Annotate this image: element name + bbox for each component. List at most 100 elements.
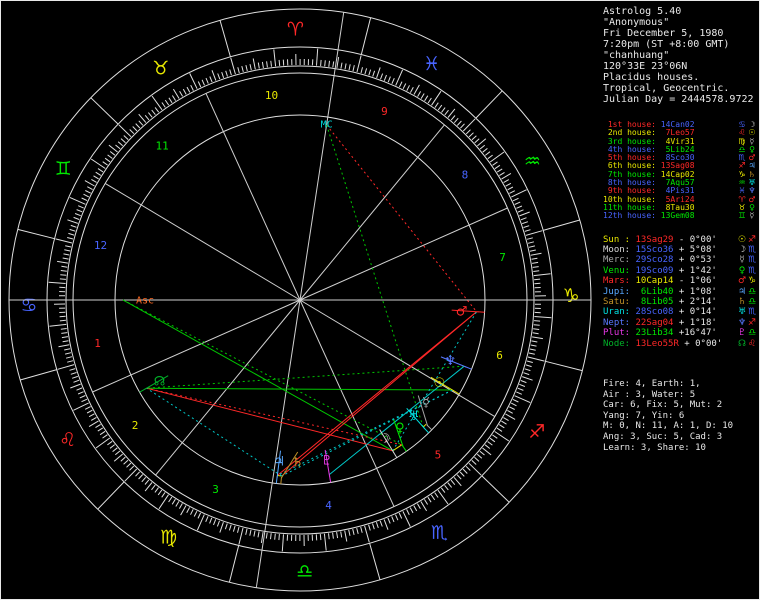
sign-ruler-icon: ☿ [749, 211, 755, 221]
planet-sign-icon: ♎ [747, 328, 757, 339]
planet-sign-icon: ♐ [747, 234, 757, 245]
planet-row: Mars: 10Cap14 - 1°06' ♂ ♑ [603, 276, 757, 286]
svg-text:♂: ♂ [456, 304, 468, 319]
svg-text:2: 2 [132, 419, 139, 432]
svg-text:☿: ☿ [422, 395, 430, 410]
chart-time: 7:20pm (ST +8:00 GMT) [603, 39, 730, 50]
house-cusp-value: 13Gem08 [660, 211, 695, 221]
planet-row: Moon: 15Sco36 + 5°08' ☽ ♏ [603, 245, 757, 255]
planet-icon: ♂ [737, 276, 747, 287]
planet-latitude: + 0°53' [673, 255, 717, 266]
planet-icon: ♃ [737, 286, 747, 297]
chart-coordinates: 120°33E 23°06N [603, 61, 688, 72]
svg-text:♓: ♓ [423, 53, 440, 75]
planet-sign-icon: ♌ [747, 338, 757, 349]
planet-row: Venu: 19Sco09 + 1°42' ♀ ♏ [603, 266, 757, 276]
planet-sign-icon: ♏ [747, 265, 757, 276]
house-cusp-lines [9, 12, 591, 588]
planet-latitude: + 1°42' [673, 265, 717, 276]
svg-text:♑: ♑ [562, 285, 579, 307]
planet-label: Nept: [603, 317, 636, 328]
svg-text:♎: ♎ [296, 561, 313, 583]
hemisphere-counts: M: 0, N: 11, A: 1, D: 10 [603, 421, 734, 432]
svg-text:8: 8 [462, 169, 469, 182]
zodiac-system: Tropical, Geocentric. [603, 83, 730, 94]
planet-position: 22Sag04 [635, 317, 674, 328]
planet-row: Satu: 8Lib05 + 2°14' ♄ ♎ [603, 297, 757, 307]
planet-label: Merc: [603, 255, 636, 266]
svg-text:MC: MC [321, 120, 333, 131]
planet-sign-icon: ♎ [747, 297, 757, 307]
planet-icon: ♇ [737, 328, 747, 339]
house-system: Placidus houses. [603, 72, 700, 83]
planet-latitude: + 2°14' [673, 297, 717, 307]
svg-text:♒: ♒ [524, 150, 541, 172]
planet-position: 6Lib40 [635, 286, 674, 297]
svg-text:♅: ♅ [408, 409, 420, 424]
planet-position: 10Cap14 [635, 276, 674, 287]
planet-label: Uran: [603, 307, 636, 318]
chart-header: Astrolog 5.40 "Anonymous" Fri December 5… [603, 6, 757, 105]
planet-glyphs: ☉ ☽ ☿ ♀ ♂ ♃ ♄ ♅ ♆ ♇ ☊ [139, 304, 485, 485]
planet-sign-icon: ♐ [747, 317, 757, 328]
svg-text:4: 4 [325, 499, 332, 512]
planet-latitude: + 0°14' [673, 307, 717, 318]
planet-sign-icon: ♏ [747, 244, 757, 255]
chart-wheel: ♈♉♊♋♌♍♎♏♐♑♒♓123456789101112☉☽☿♀♂♃ ♄♅♆♇☊As… [8, 8, 592, 592]
planet-position: 8Lib05 [635, 297, 674, 307]
planet-latitude: + 1°08' [673, 286, 717, 297]
planet-row: Uran: 28Sco08 + 0°14' ♅ ♏ [603, 307, 757, 317]
svg-text:Asc: Asc [136, 296, 154, 307]
planet-label: Moon: [603, 244, 636, 255]
svg-text:♆: ♆ [444, 354, 456, 369]
planet-position: 23Lib34 [635, 328, 674, 339]
svg-text:♀: ♀ [395, 421, 405, 436]
planet-row: Jupi: 6Lib40 + 1°08' ♃ ♎ [603, 287, 757, 297]
planet-icon: ♆ [737, 317, 747, 328]
planet-icon: ☽ [737, 244, 747, 255]
svg-text:5: 5 [435, 448, 442, 461]
svg-text:1: 1 [94, 337, 101, 350]
house-row: 12th house: 13Gem08 ♊ ☿ [603, 211, 757, 221]
chart-statistics: Fire: 4, Earth: 1, Air : 3, Water: 5 Car… [603, 379, 757, 453]
planet-row: Sun : 13Sag29 - 0°00' ☉ ♐ [603, 235, 757, 245]
planet-position: 19Sco09 [635, 265, 674, 276]
planet-label: Satu: [603, 297, 636, 307]
cusp-sign-icon: ♊ [738, 211, 746, 221]
planet-sign-icon: ♑ [747, 276, 757, 287]
planet-row: Node: 13Leo55R + 0°00' ☊ ♌ [603, 339, 757, 349]
planet-sign-icon: ♎ [747, 286, 757, 297]
planet-label: Node: [603, 338, 636, 349]
planet-label: Jupi: [603, 286, 636, 297]
planet-label: Mars: [603, 276, 636, 287]
svg-text:♃: ♃ [273, 454, 285, 469]
planet-position: 13Leo55R [635, 338, 679, 349]
house-type-counts: Ang: 3, Suc: 5, Cad: 3 [603, 432, 723, 442]
planet-position: 13Sag29 [635, 234, 674, 245]
svg-text:♉: ♉ [152, 57, 169, 79]
planet-list: Sun : 13Sag29 - 0°00' ☉ ♐ Moon: 15Sco36 + 5… [603, 235, 757, 349]
planet-icon: ☊ [738, 338, 746, 349]
svg-text:♌: ♌ [59, 429, 76, 451]
planet-icon: ♄ [737, 297, 747, 307]
svg-text:6: 6 [496, 349, 503, 362]
app-title: Astrolog 5.40 [603, 6, 682, 17]
planet-latitude: - 1°06' [673, 276, 717, 287]
svg-text:♄: ♄ [292, 456, 304, 471]
planet-label: Plut: [603, 328, 636, 339]
svg-text:12: 12 [94, 239, 107, 252]
svg-text:☉: ☉ [434, 376, 446, 391]
planet-position: 29Sco28 [635, 255, 674, 266]
svg-text:♋: ♋ [20, 294, 37, 316]
svg-text:11: 11 [155, 139, 168, 152]
svg-text:♏: ♏ [431, 522, 448, 544]
svg-text:7: 7 [499, 251, 506, 264]
planet-label: Venu: [603, 265, 636, 276]
planet-latitude: + 5°08' [673, 244, 717, 255]
planet-icon: ♀ [738, 265, 746, 276]
house-label: 12th house: [603, 211, 661, 221]
element-counts-2: Air : 3, Water: 5 [603, 389, 696, 400]
svg-text:♍: ♍ [160, 527, 177, 549]
planet-row: Plut: 23Lib34 +16°47' ♇ ♎ [603, 328, 757, 338]
planet-latitude: + 1°18' [673, 317, 717, 328]
